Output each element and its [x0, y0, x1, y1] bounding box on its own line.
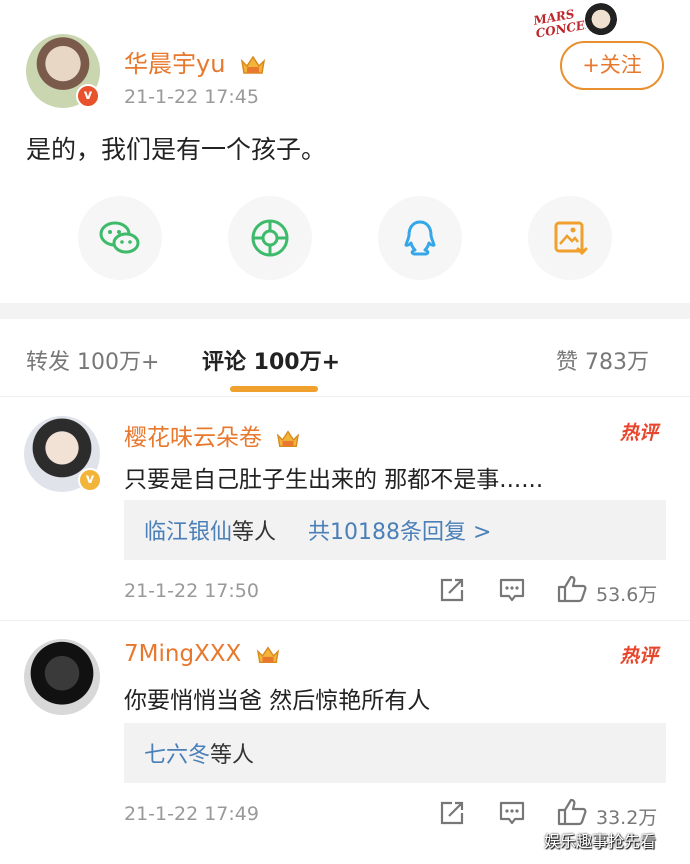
- follow-button[interactable]: +关注: [560, 41, 664, 90]
- reply-users[interactable]: 七六冬等人: [144, 737, 254, 769]
- comment-text: 你要悄悄当爸 然后惊艳所有人: [124, 688, 431, 714]
- comment-text: 只要是自己肚子生出来的 那都不是事......: [124, 467, 544, 493]
- reply-users[interactable]: 临江银仙等人: [144, 514, 276, 546]
- hot-comment-badge: 热评: [620, 645, 659, 667]
- commenter-name[interactable]: 樱花味云朵卷: [124, 418, 301, 452]
- active-tab-indicator: [230, 386, 318, 392]
- tab-repost[interactable]: 转发 100万+: [26, 344, 159, 376]
- share-moments-button[interactable]: [228, 196, 312, 280]
- commenter-name-label: 7MingXXX: [124, 641, 242, 667]
- author-name-label: 华晨宇yu: [124, 50, 226, 78]
- wechat-icon: [99, 221, 140, 254]
- verified-badge-icon: v: [76, 84, 100, 108]
- share-qq-button[interactable]: [378, 196, 462, 280]
- qq-icon: [404, 220, 436, 256]
- reply-summary[interactable]: 七六冬等人: [124, 723, 666, 783]
- commenter-name[interactable]: 7MingXXX: [124, 641, 281, 667]
- post-text: 是的，我们是有一个孩子。: [26, 135, 327, 164]
- hot-comment-badge: 热评: [620, 422, 659, 444]
- watermark: 娱乐趣事抢先看: [544, 832, 657, 851]
- like-count: 33.2万: [596, 807, 658, 829]
- post-time: 21-1-22 17:45: [124, 86, 259, 108]
- author-name[interactable]: 华晨宇yu: [124, 44, 267, 79]
- weibo-post: v 华晨宇yu 21-1-22 17:45 是的，我们是有一个孩子。 MARS …: [0, 0, 690, 303]
- like-icon[interactable]: [556, 574, 588, 604]
- vip-crown-icon: [240, 55, 266, 74]
- like-icon[interactable]: [556, 797, 588, 827]
- save-image-icon: [554, 221, 588, 256]
- commenter-name-label: 樱花味云朵卷: [124, 425, 262, 451]
- tab-likes[interactable]: 赞 783万: [556, 344, 649, 376]
- reply-count-link[interactable]: 共10188条回复 >: [308, 514, 491, 546]
- comment-time: 21-1-22 17:50: [124, 580, 259, 602]
- comment-item: v 樱花味云朵卷 热评 只要是自己肚子生出来的 那都不是事...... 临江银仙…: [0, 398, 690, 620]
- concert-avatar: [585, 2, 617, 40]
- like-count: 53.6万: [596, 584, 658, 606]
- vip-badge-icon: v: [78, 468, 102, 492]
- save-image-button[interactable]: [528, 196, 612, 280]
- moments-icon: [251, 219, 289, 257]
- repost-icon[interactable]: [438, 576, 466, 604]
- vip-crown-icon: [256, 645, 279, 663]
- commenter-avatar[interactable]: [24, 639, 100, 715]
- reply-summary[interactable]: 临江银仙等人 共10188条回复 >: [124, 500, 666, 560]
- repost-icon[interactable]: [438, 799, 466, 827]
- vip-crown-icon: [277, 429, 300, 447]
- comment-time: 21-1-22 17:49: [124, 803, 259, 825]
- tab-comments[interactable]: 评论 100万+: [202, 344, 340, 376]
- comment-tabs: 转发 100万+ 评论 100万+ 赞 783万: [0, 319, 690, 397]
- comment-item: 7MingXXX 热评 你要悄悄当爸 然后惊艳所有人 七六冬等人 21-1-22…: [0, 621, 690, 851]
- comment-icon[interactable]: [498, 576, 526, 604]
- share-wechat-button[interactable]: [78, 196, 162, 280]
- section-divider: [0, 303, 690, 319]
- comment-icon[interactable]: [498, 799, 526, 827]
